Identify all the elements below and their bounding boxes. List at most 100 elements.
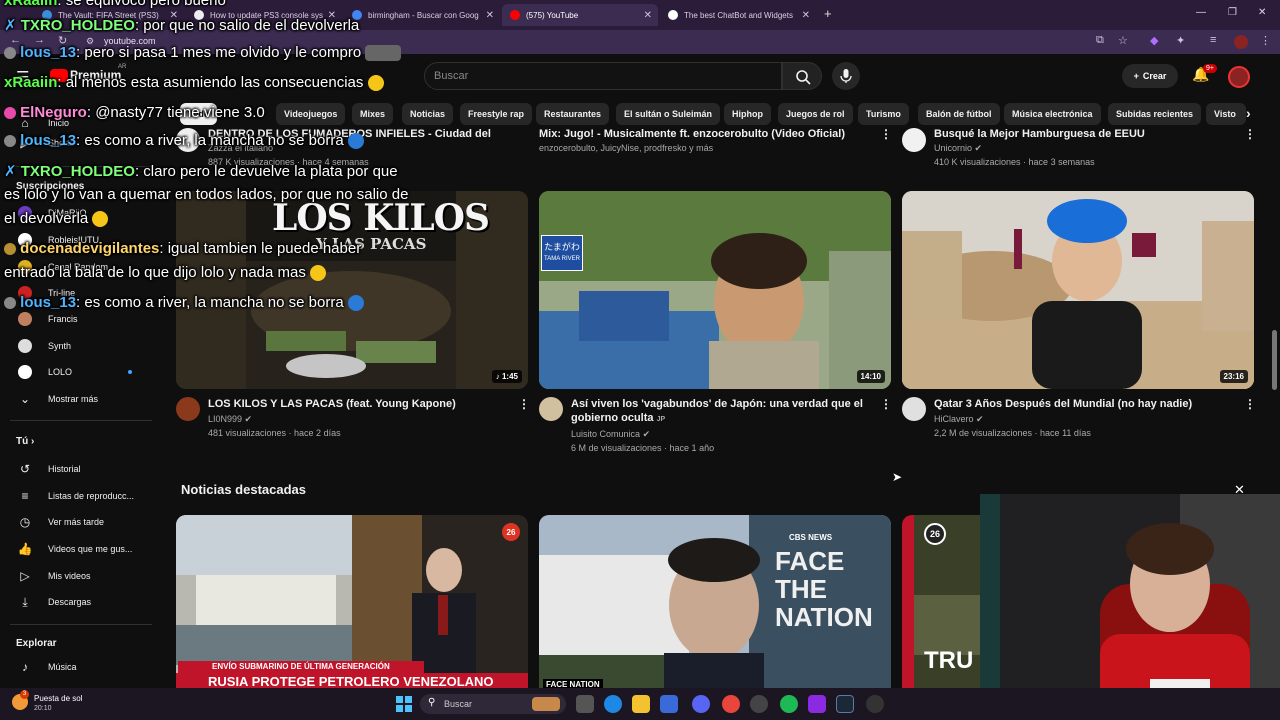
channel-avatar[interactable] xyxy=(176,397,200,421)
sidebar-item-descargas[interactable]: ⤓ Descargas xyxy=(16,593,156,611)
chip-visto[interactable]: Visto xyxy=(1206,103,1246,125)
chat-text: : es como a river, la mancha no se borra xyxy=(76,294,344,311)
chip-hiphop[interactable]: Hiphop xyxy=(724,103,771,125)
extension-icon[interactable]: ◆ xyxy=(1150,34,1158,47)
sidebar-item-label: Ver más tarde xyxy=(48,517,105,527)
chrome-icon[interactable] xyxy=(722,695,740,713)
badge-icon xyxy=(4,297,16,310)
close-icon[interactable]: ✕ xyxy=(644,10,652,21)
file-explorer-icon[interactable] xyxy=(632,695,650,713)
tab-favicon xyxy=(668,10,678,20)
store-icon[interactable] xyxy=(660,695,678,713)
video-channel[interactable]: LI0N999 ✔ xyxy=(208,412,252,426)
maximize-icon[interactable]: ❐ xyxy=(1228,7,1237,18)
sidebar-item-label: Synth xyxy=(48,341,72,351)
you-heading[interactable]: Tú › xyxy=(16,436,34,447)
spotify-icon[interactable] xyxy=(780,695,798,713)
cast-icon[interactable]: ⧉ xyxy=(1096,34,1104,47)
news-thumbnail[interactable]: 26 TRU xyxy=(902,515,980,688)
account-avatar[interactable] xyxy=(1228,66,1250,88)
more-options-icon[interactable]: ⋮ xyxy=(880,127,892,141)
minimize-icon[interactable]: — xyxy=(1196,7,1206,18)
browser-tab-youtube[interactable]: (575) YouTube ✕ xyxy=(502,4,658,26)
more-options-icon[interactable]: ⋮ xyxy=(880,397,892,411)
video-title[interactable]: LOS KILOS Y LAS PACAS (feat. Young Kapon… xyxy=(208,397,508,411)
chip-turismo[interactable]: Turismo xyxy=(858,103,909,125)
chip-subidas-recientes[interactable]: Subidas recientes xyxy=(1108,103,1202,125)
chat-text: : se equivocó pero bueno xyxy=(57,0,226,9)
sidebar-sub-synth[interactable]: Synth xyxy=(16,337,156,355)
sidebar-show-more[interactable]: ⌄ Mostrar más xyxy=(16,390,156,408)
chip-musica-electronica[interactable]: Música electrónica xyxy=(1004,103,1101,125)
more-options-icon[interactable]: ⋮ xyxy=(1244,127,1256,141)
profile-avatar[interactable] xyxy=(1234,35,1248,49)
channel-avatar[interactable] xyxy=(902,128,926,152)
taskbar-search-placeholder: Buscar xyxy=(444,699,473,709)
obs-icon[interactable] xyxy=(750,695,768,713)
close-icon[interactable]: ✕ xyxy=(802,10,810,21)
close-window-icon[interactable]: ✕ xyxy=(1258,7,1266,18)
chip-noticias[interactable]: Noticias xyxy=(402,103,454,125)
media-icon[interactable]: ≡ xyxy=(1210,34,1216,46)
sidebar-sub-francis[interactable]: Francis xyxy=(16,310,156,328)
twitch-icon[interactable] xyxy=(808,695,826,713)
close-icon[interactable]: ✕ xyxy=(486,10,494,21)
channel-avatar[interactable] xyxy=(539,397,563,421)
like-icon: 👍 xyxy=(17,542,33,556)
extensions-puzzle-icon[interactable]: ✦ xyxy=(1176,34,1185,47)
chip-balon-de-futbol[interactable]: Balón de fútbol xyxy=(918,103,1000,125)
video-title[interactable]: Así viven los 'vagabundos' de Japón: una… xyxy=(571,397,871,427)
video-channel[interactable]: HiClavero ✔ xyxy=(934,412,984,426)
steam-icon[interactable] xyxy=(836,695,854,713)
video-channel[interactable]: enzocerobulto, JuicyNise, prodfresko y m… xyxy=(539,141,713,155)
new-tab-button[interactable]: + xyxy=(824,6,832,21)
browser-tab-5[interactable]: The best ChatBot and Widgets ✕ xyxy=(660,4,816,26)
news-thumbnail[interactable]: 26 ENVÍO SUBMARINO DE ÚLTIMA GENERACIÓN … xyxy=(176,515,528,688)
chip-el-sultan[interactable]: El sultán o Suleimán xyxy=(616,103,721,125)
sidebar-item-historial[interactable]: ↺ Historial xyxy=(16,460,156,478)
search-button[interactable] xyxy=(782,62,822,90)
browser-tab-3[interactable]: birmingham - Buscar con Goog ✕ xyxy=(344,4,500,26)
chat-emote xyxy=(367,75,384,92)
video-channel[interactable]: Unicornio ✔ xyxy=(934,141,982,155)
create-button[interactable]: + Crear xyxy=(1122,64,1178,88)
video-thumbnail[interactable]: LOS KILOS Y LAS PACAS ♪ 1:45 xyxy=(176,191,528,389)
voice-search-button[interactable] xyxy=(832,62,860,90)
video-title[interactable]: Qatar 3 Años Después del Mundial (no hay… xyxy=(934,397,1234,411)
chip-juegos-de-rol[interactable]: Juegos de rol xyxy=(778,103,853,125)
video-thumbnail[interactable]: たまがわ TAMA RIVER 14:10 xyxy=(539,191,891,389)
sidebar-sub-lolo[interactable]: LOLO xyxy=(16,363,156,381)
sidebar-item-listas[interactable]: ≡ Listas de reproducc... xyxy=(16,487,156,505)
sidebar-item-videos-me-gustan[interactable]: 👍 Videos que me gus... xyxy=(16,540,156,558)
taskbar-search[interactable]: ⚲ Buscar xyxy=(420,694,566,714)
more-options-icon[interactable]: ⋮ xyxy=(518,397,530,411)
video-thumbnail[interactable]: 23:16 xyxy=(902,191,1254,389)
page-scrollbar[interactable] xyxy=(1272,330,1277,390)
video-channel[interactable]: Luisito Comunica ✔ xyxy=(571,427,650,441)
chip-videojuegos[interactable]: Videojuegos xyxy=(276,103,346,125)
windows-start-icon[interactable] xyxy=(396,696,412,712)
video-title[interactable]: Busqué la Mejor Hamburguesa de EEUU xyxy=(934,127,1234,141)
bookmark-star-icon[interactable]: ☆ xyxy=(1118,34,1128,47)
chevron-right-icon[interactable]: › xyxy=(1246,105,1251,121)
chip-restaurantes[interactable]: Restaurantes xyxy=(536,103,610,125)
chip-mixes[interactable]: Mixes xyxy=(352,103,394,125)
news-thumbnail[interactable]: CBS NEWS FACE THE NATION FACE NATION xyxy=(539,515,891,688)
plus-icon: + xyxy=(1133,71,1139,81)
edge-icon[interactable] xyxy=(604,695,622,713)
app-icon[interactable] xyxy=(866,695,884,713)
video-title[interactable]: Mix: Jugo! - Musicalmente ft. enzocerobu… xyxy=(539,127,869,141)
sidebar-item-ver-mas-tarde[interactable]: ◷ Ver más tarde xyxy=(16,513,156,531)
sidebar-item-musica[interactable]: ♪ Música xyxy=(16,658,156,676)
weather-label[interactable]: Puesta de sol xyxy=(34,694,82,703)
task-view-icon[interactable] xyxy=(576,695,594,713)
menu-dots-icon[interactable]: ⋮ xyxy=(1260,34,1271,47)
search-input[interactable] xyxy=(424,62,782,90)
channel-avatar[interactable] xyxy=(902,397,926,421)
chat-username: TXRO_HOLDEO xyxy=(20,17,135,34)
discord-icon[interactable] xyxy=(692,695,710,713)
more-options-icon[interactable]: ⋮ xyxy=(1244,397,1256,411)
sidebar-item-mis-videos[interactable]: ▷ Mis videos xyxy=(16,567,156,585)
badge-icon xyxy=(4,107,16,120)
chip-freestyle-rap[interactable]: Freestyle rap xyxy=(460,103,533,125)
